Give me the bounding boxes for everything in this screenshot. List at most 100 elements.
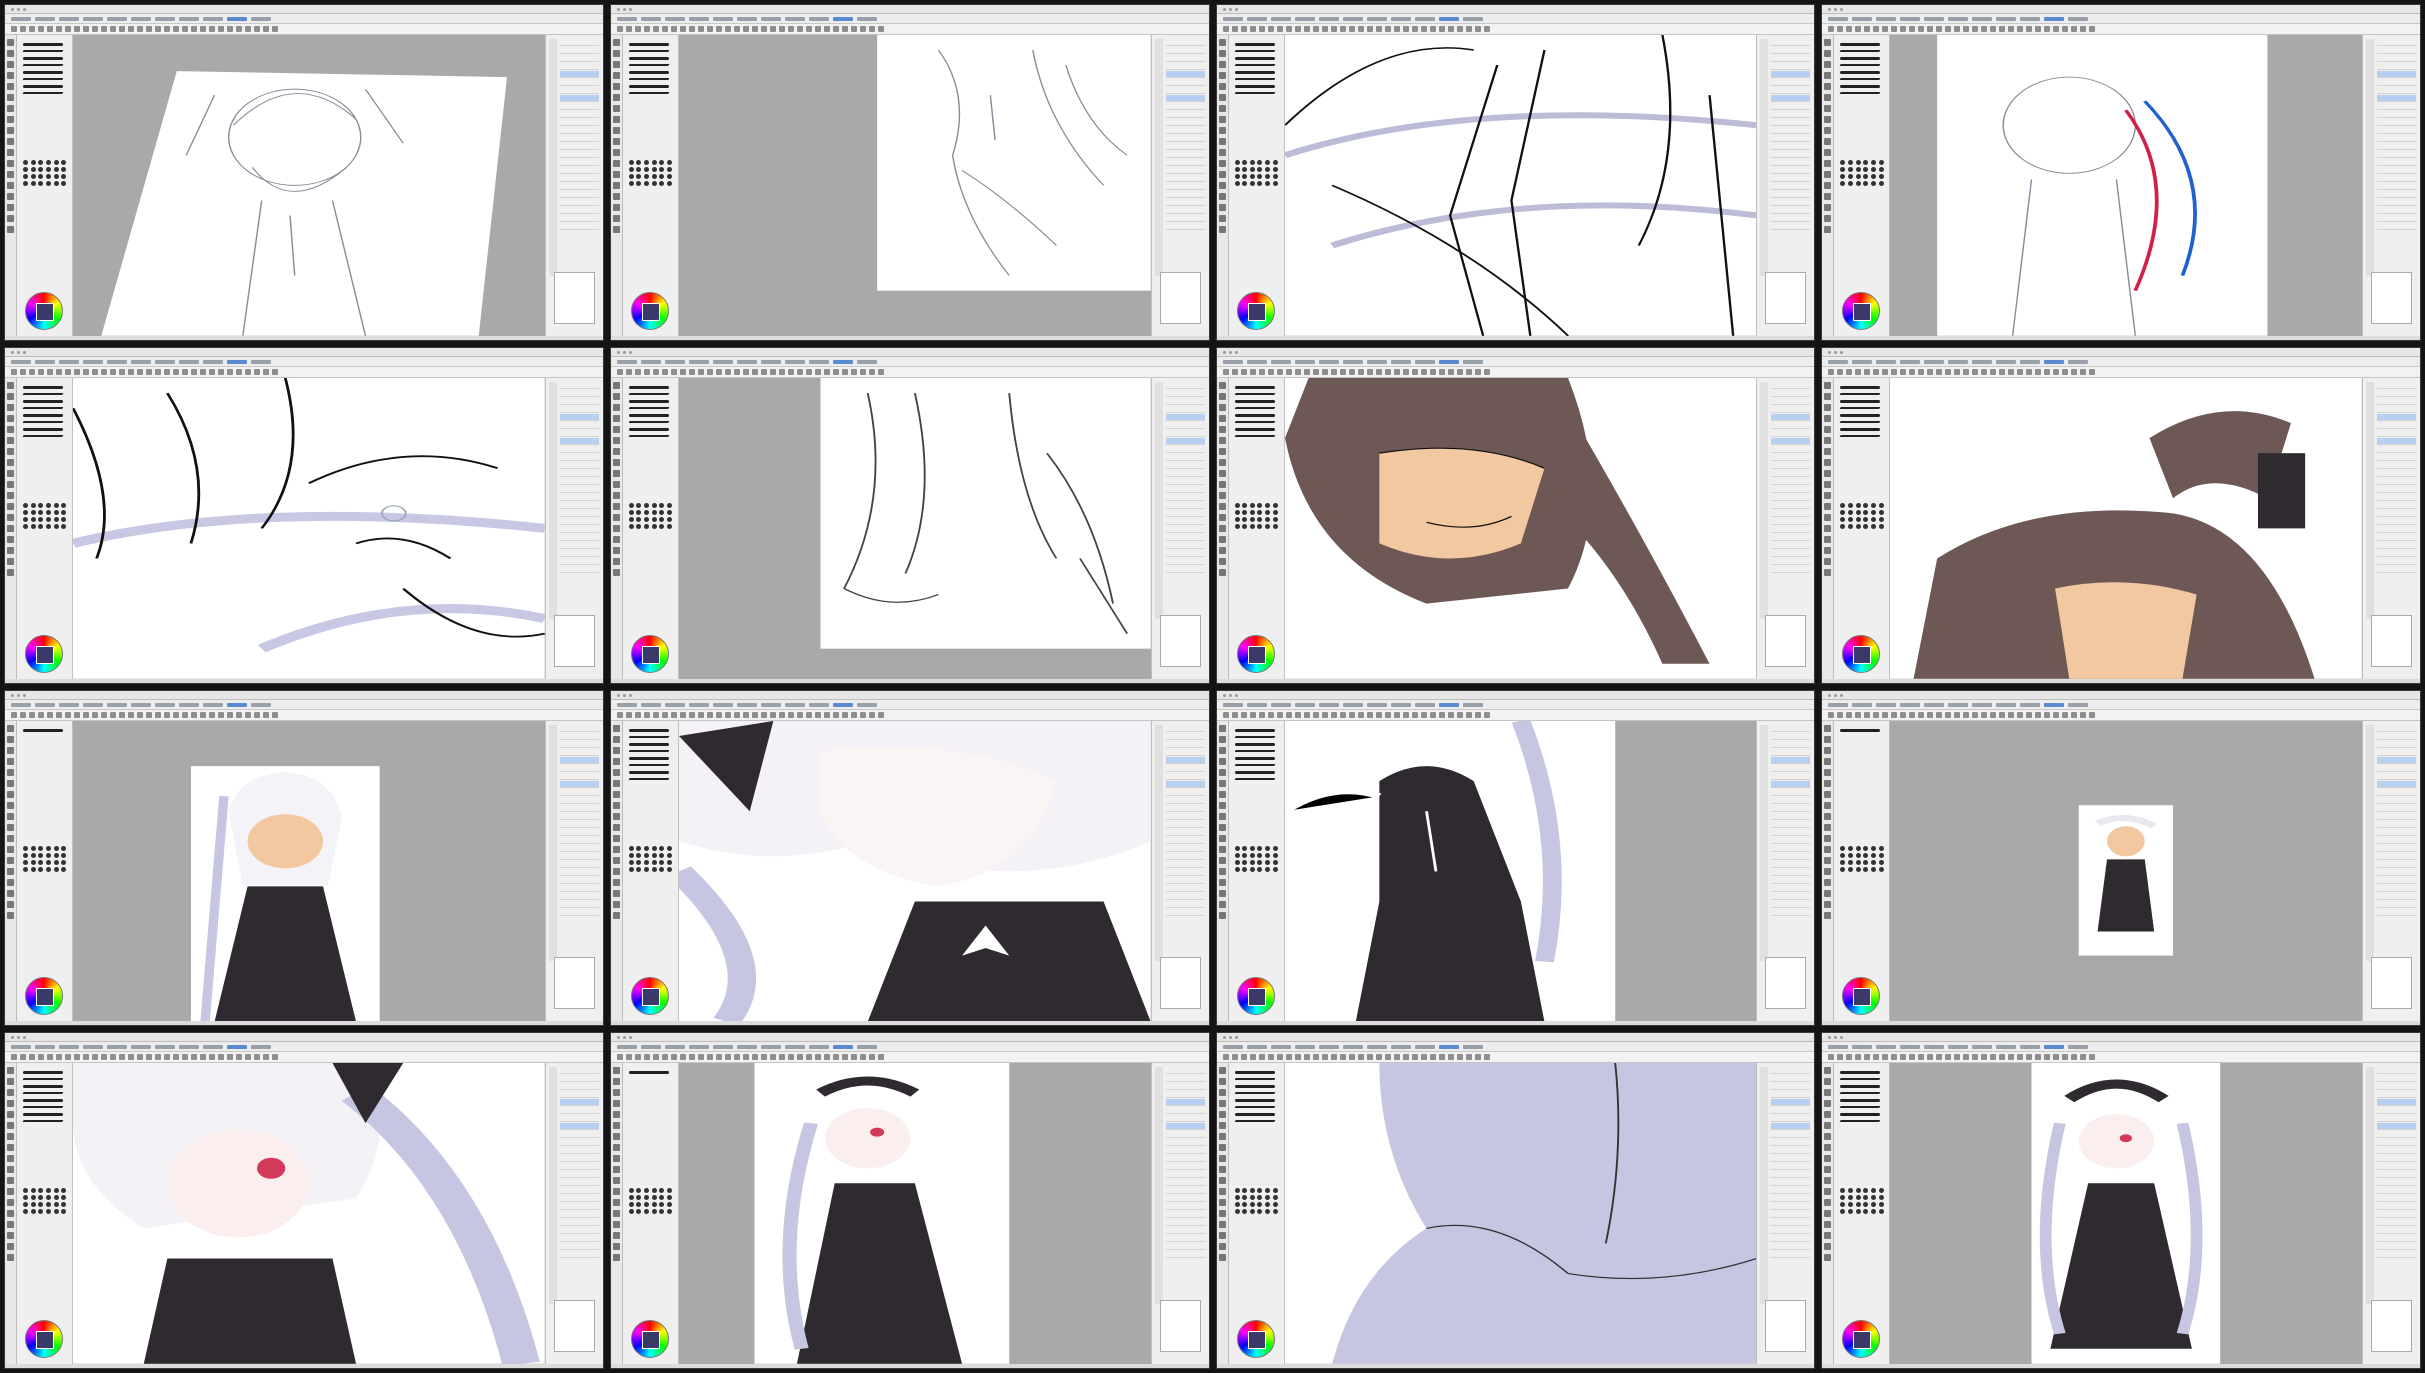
menu-item[interactable] — [640, 702, 661, 707]
color-swatch[interactable] — [53, 852, 59, 858]
toolbar-button-icon[interactable] — [1828, 1054, 1835, 1061]
color-swatch[interactable] — [1840, 845, 1846, 851]
layer-row[interactable] — [559, 853, 599, 860]
window-control-icon[interactable] — [17, 350, 20, 354]
toolbar-button-icon[interactable] — [1429, 368, 1436, 375]
menu-item[interactable] — [251, 702, 271, 707]
layer-row[interactable] — [559, 765, 599, 772]
tool-icon[interactable] — [1218, 557, 1226, 565]
layer-row[interactable] — [2377, 733, 2416, 740]
tool-icon[interactable] — [7, 72, 14, 79]
layer-row[interactable] — [1771, 1187, 1811, 1195]
layer-row[interactable] — [559, 1243, 599, 1251]
tool-icon[interactable] — [612, 436, 620, 444]
toolbar-button-icon[interactable] — [1267, 26, 1274, 32]
menu-item[interactable] — [1270, 702, 1291, 707]
color-swatch[interactable] — [1878, 845, 1884, 851]
layer-row[interactable] — [2377, 566, 2416, 573]
toolbar-button-icon[interactable] — [2080, 368, 2087, 375]
navigator-icon[interactable] — [1159, 1300, 1201, 1352]
layer-row[interactable] — [1165, 526, 1205, 533]
toolbar-button-icon[interactable] — [1864, 711, 1871, 718]
menu-item[interactable] — [736, 17, 757, 21]
toolbar-button-icon[interactable] — [1348, 368, 1355, 375]
toolbar-button-icon[interactable] — [182, 711, 188, 718]
layer-row[interactable] — [559, 741, 599, 748]
layer-row[interactable] — [1771, 486, 1811, 493]
toolbar-button-icon[interactable] — [715, 1054, 722, 1061]
tool-icon[interactable] — [7, 1199, 14, 1207]
toolbar-button-icon[interactable] — [1882, 711, 1889, 718]
toolbar-button-icon[interactable] — [2035, 1054, 2042, 1061]
layer-row[interactable] — [559, 127, 599, 134]
color-swatch[interactable] — [667, 1188, 673, 1194]
layer-row[interactable] — [1771, 550, 1811, 557]
toolbar-button-icon[interactable] — [2008, 26, 2015, 32]
brush-preset[interactable] — [23, 385, 63, 389]
color-swatch[interactable] — [1855, 160, 1861, 165]
layer-row[interactable] — [559, 1147, 599, 1155]
toolbar-button-icon[interactable] — [1864, 368, 1871, 375]
brush-preset[interactable] — [628, 385, 669, 389]
toolbar-button-icon[interactable] — [1276, 1054, 1283, 1061]
color-swatch[interactable] — [628, 516, 634, 522]
layer-row[interactable] — [559, 1227, 599, 1235]
layer-row[interactable] — [1165, 47, 1205, 54]
toolbar-button-icon[interactable] — [1936, 26, 1943, 32]
toolbar-button-icon[interactable] — [137, 368, 143, 375]
color-swatch[interactable] — [30, 502, 36, 508]
color-swatch[interactable] — [1272, 1202, 1278, 1208]
color-swatch[interactable] — [30, 509, 36, 515]
brush-preset[interactable] — [1234, 427, 1275, 431]
tool-icon[interactable] — [1824, 1254, 1832, 1262]
color-swatch[interactable] — [628, 859, 634, 865]
color-swatch[interactable] — [1234, 181, 1240, 186]
color-swatch[interactable] — [1840, 1188, 1846, 1194]
layer-row[interactable] — [1165, 1179, 1205, 1187]
color-swatch[interactable] — [1249, 509, 1255, 515]
menu-item[interactable] — [131, 702, 151, 707]
color-wheel-icon[interactable] — [1842, 291, 1881, 330]
layer-row[interactable] — [1771, 893, 1811, 900]
layer-row[interactable] — [1771, 1235, 1811, 1243]
toolbar-button-icon[interactable] — [1312, 711, 1319, 718]
color-swatch[interactable] — [1257, 509, 1263, 515]
tool-icon[interactable] — [1824, 557, 1832, 565]
tool-icon[interactable] — [1218, 204, 1226, 211]
drawing-canvas[interactable] — [678, 35, 1151, 336]
tool-icon[interactable] — [612, 834, 620, 842]
layer-row[interactable] — [559, 71, 599, 78]
brush-preset[interactable] — [1840, 1071, 1881, 1075]
color-swatch[interactable] — [628, 167, 634, 172]
brush-preset[interactable] — [22, 1120, 64, 1123]
color-swatch[interactable] — [651, 1209, 657, 1215]
tool-icon[interactable] — [1824, 226, 1832, 233]
toolbar-button-icon[interactable] — [706, 26, 713, 32]
toolbar-button-icon[interactable] — [1366, 1054, 1373, 1061]
toolbar-button-icon[interactable] — [742, 1054, 749, 1061]
tool-icon[interactable] — [612, 160, 620, 167]
menu-item[interactable] — [784, 17, 805, 21]
toolbar-button-icon[interactable] — [2062, 1054, 2069, 1061]
menu-item[interactable] — [1876, 702, 1897, 707]
tool-icon[interactable] — [1824, 889, 1832, 897]
tool-icon[interactable] — [1824, 469, 1832, 477]
color-swatch[interactable] — [38, 1195, 44, 1201]
toolbar-button-icon[interactable] — [1312, 368, 1319, 375]
color-swatch[interactable] — [1855, 866, 1861, 872]
layer-row[interactable] — [2377, 39, 2416, 46]
toolbar-button-icon[interactable] — [625, 1054, 632, 1061]
layer-row[interactable] — [2377, 478, 2416, 485]
tool-icon[interactable] — [612, 458, 620, 466]
color-swatch[interactable] — [1840, 523, 1846, 529]
toolbar-button-icon[interactable] — [688, 1054, 695, 1061]
tool-icon[interactable] — [7, 1254, 14, 1262]
layer-row[interactable] — [1165, 877, 1205, 884]
menu-item[interactable] — [1294, 1045, 1315, 1050]
window-control-icon[interactable] — [17, 8, 20, 11]
layer-row[interactable] — [559, 837, 599, 844]
color-swatch[interactable] — [1265, 866, 1271, 872]
menu-item[interactable] — [712, 702, 733, 707]
menu-item[interactable] — [1294, 17, 1315, 21]
tool-icon[interactable] — [1824, 215, 1832, 222]
